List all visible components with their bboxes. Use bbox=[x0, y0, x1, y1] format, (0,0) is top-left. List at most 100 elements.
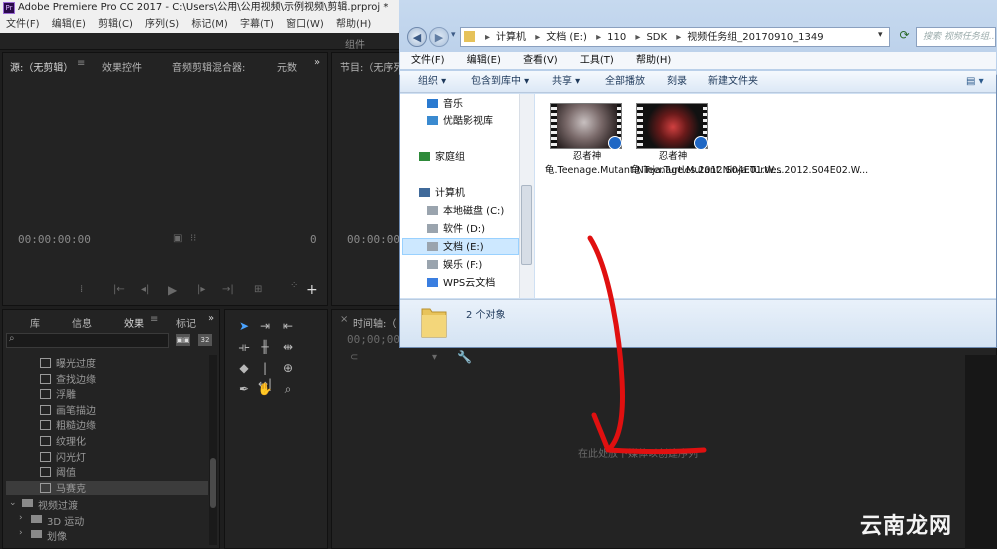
menu-clip[interactable]: 剪辑(C) bbox=[98, 19, 133, 30]
effects-search-input[interactable] bbox=[6, 333, 169, 348]
breadcrumb-drive-e[interactable]: 文档 (E:) bbox=[546, 32, 587, 43]
address-bar[interactable]: ▸ 计算机 ▸ 文档 (E:) ▸ 110 ▸ SDK ▸ 视频任务组_20170910_… bbox=[460, 27, 890, 47]
nav-item[interactable]: 计算机 bbox=[419, 186, 465, 202]
menu-sequence[interactable]: 序列(S) bbox=[145, 19, 179, 30]
effect-item[interactable]: 画笔描边 bbox=[40, 404, 96, 419]
burn-button[interactable]: 刻录 bbox=[667, 71, 687, 93]
tab-metadata[interactable]: 元数 bbox=[277, 59, 297, 74]
insert-icon[interactable]: ⊞ bbox=[254, 284, 262, 295]
tab-markers[interactable]: 标记 bbox=[176, 315, 196, 330]
marker-icon[interactable]: ▾ bbox=[432, 352, 437, 363]
folder-3d-motion[interactable]: 3D 运动 bbox=[47, 513, 84, 528]
breadcrumb-110[interactable]: 110 bbox=[607, 32, 626, 43]
track-select-backward-icon[interactable]: ⇤ bbox=[280, 318, 296, 334]
pen-tool-icon[interactable]: ✒ bbox=[236, 381, 252, 397]
rate-stretch-tool-icon[interactable]: ⇹ bbox=[280, 339, 296, 355]
effects-menu-icon[interactable]: ≡ bbox=[150, 314, 158, 325]
nav-item[interactable]: 文档 (E:) bbox=[427, 240, 484, 256]
effect-item[interactable]: 曝光过度 bbox=[40, 357, 96, 372]
close-icon[interactable]: × bbox=[340, 314, 348, 325]
step-back-icon[interactable]: ◂| bbox=[141, 284, 149, 295]
folder-video-transitions[interactable]: 视频过渡 bbox=[38, 497, 78, 512]
folder-collapse-icon[interactable]: › bbox=[19, 513, 23, 523]
nav-item[interactable]: 娱乐 (F:) bbox=[427, 258, 482, 274]
mark-in-icon[interactable]: ⁞ bbox=[80, 284, 83, 295]
effect-item[interactable]: 马赛克 bbox=[40, 482, 86, 497]
folder-iris[interactable]: 划像 bbox=[47, 528, 67, 543]
menu-view[interactable]: 查看(V) bbox=[523, 55, 558, 66]
panel-overflow-icon[interactable]: » bbox=[314, 57, 320, 68]
hand-tool-icon[interactable]: ✋ bbox=[257, 381, 273, 397]
menu-window[interactable]: 窗口(W) bbox=[286, 19, 324, 30]
include-in-library-button[interactable]: 包含到库中 ▾ bbox=[471, 71, 529, 93]
effects-overflow-icon[interactable]: » bbox=[208, 313, 214, 324]
back-button-icon[interactable]: ◀ bbox=[407, 27, 427, 47]
tab-audio-mixer[interactable]: 音频剪辑混合器: bbox=[172, 59, 245, 74]
tab-libraries[interactable]: 库 bbox=[30, 315, 40, 330]
tab-source[interactable]: 源:（无剪辑） bbox=[10, 59, 73, 74]
nav-item[interactable]: 音乐 bbox=[427, 97, 463, 113]
nav-item[interactable]: 家庭组 bbox=[419, 150, 465, 166]
menu-tools[interactable]: 工具(T) bbox=[580, 55, 614, 66]
nav-item[interactable]: 优酷影视库 bbox=[427, 114, 493, 130]
refresh-icon[interactable]: ⟳ bbox=[896, 28, 913, 46]
organize-button[interactable]: 组织 ▾ bbox=[418, 71, 446, 93]
panel-menu-icon[interactable]: ≡ bbox=[77, 58, 85, 69]
ripple-edit-tool-icon[interactable]: ⟛ bbox=[236, 339, 252, 355]
play-all-button[interactable]: 全部播放 bbox=[605, 71, 645, 93]
settings-icon[interactable]: ⁘ bbox=[290, 280, 298, 291]
tab-program[interactable]: 节目:（无序列 bbox=[340, 59, 403, 74]
recent-pages-icon[interactable]: ▾ bbox=[451, 30, 456, 40]
forward-button-icon[interactable]: ▶ bbox=[429, 27, 449, 47]
address-dropdown-icon[interactable]: ▾ bbox=[878, 30, 883, 40]
breadcrumb-current-folder[interactable]: 视频任务组_20170910_1349 bbox=[687, 32, 823, 43]
go-to-out-icon[interactable]: →| bbox=[222, 284, 234, 295]
drop-frame-icon[interactable]: ⁝⁝ bbox=[190, 233, 196, 244]
nav-item[interactable]: 软件 (D:) bbox=[427, 222, 485, 238]
selection-tool-icon[interactable]: ➤ bbox=[236, 318, 252, 334]
workspace-tab-assembly[interactable]: 组件 bbox=[345, 36, 365, 51]
nav-item[interactable]: 本地磁盘 (C:) bbox=[427, 204, 504, 220]
snap-icon[interactable]: ⊂ bbox=[350, 352, 358, 363]
menu-edit[interactable]: 编辑(E) bbox=[467, 55, 501, 66]
breadcrumb-sdk[interactable]: SDK bbox=[646, 32, 667, 43]
new-folder-button[interactable]: 新建文件夹 bbox=[708, 71, 758, 93]
tab-info[interactable]: 信息 bbox=[72, 315, 92, 330]
menu-file[interactable]: 文件(F) bbox=[411, 55, 445, 66]
zoom-tool-icon[interactable]: ⌕ bbox=[280, 381, 296, 397]
program-timecode[interactable]: 00:00:00 bbox=[347, 233, 400, 246]
file-name-1[interactable]: 忍者神龟.Teenage.Mutant.Ninja.Turtles.2012.S… bbox=[545, 150, 782, 178]
tab-timeline[interactable]: 时间轴:（ bbox=[353, 315, 396, 330]
nav-item[interactable]: WPS云文档 bbox=[427, 276, 495, 292]
view-options-icon[interactable]: ▤ ▾ bbox=[966, 71, 984, 93]
timeline-timecode[interactable]: 00;00;00 bbox=[347, 333, 400, 346]
source-timecode[interactable]: 00:00:00:00 bbox=[18, 233, 91, 246]
add-button-icon[interactable]: + bbox=[306, 282, 318, 298]
menu-file[interactable]: 文件(F) bbox=[6, 19, 40, 30]
effect-item[interactable]: 粗糙边缘 bbox=[40, 419, 96, 434]
safe-margins-icon[interactable]: ▣ bbox=[173, 233, 182, 244]
slip-tool-icon[interactable]: |↔| bbox=[257, 360, 273, 391]
menu-edit[interactable]: 编辑(E) bbox=[52, 19, 86, 30]
nav-scroll-thumb[interactable] bbox=[521, 185, 532, 265]
go-to-in-icon[interactable]: |← bbox=[113, 284, 125, 295]
tab-effects[interactable]: 效果 bbox=[124, 315, 144, 330]
effect-item[interactable]: 纹理化 bbox=[40, 435, 86, 450]
menu-marker[interactable]: 标记(M) bbox=[191, 19, 227, 30]
effect-item[interactable]: 查找边缘 bbox=[40, 373, 96, 388]
step-forward-icon[interactable]: |▸ bbox=[197, 284, 205, 295]
effect-item[interactable]: 浮雕 bbox=[40, 388, 76, 403]
menu-title[interactable]: 字幕(T) bbox=[240, 19, 274, 30]
effect-item[interactable]: 阈值 bbox=[40, 466, 76, 481]
search-input[interactable]: 搜索 视频任务组... bbox=[916, 27, 996, 47]
share-button[interactable]: 共享 ▾ bbox=[552, 71, 580, 93]
folder-expand-icon[interactable]: ⌄ bbox=[9, 498, 17, 508]
folder-collapse-icon[interactable]: › bbox=[19, 528, 23, 538]
effects-scroll-thumb[interactable] bbox=[210, 458, 216, 508]
breadcrumb-computer[interactable]: 计算机 bbox=[496, 32, 526, 43]
accelerated-effects-icon[interactable]: ▣▣ bbox=[176, 334, 190, 346]
razor-tool-icon[interactable]: ◆ bbox=[236, 360, 252, 376]
tab-effect-controls[interactable]: 效果控件 bbox=[102, 59, 142, 74]
rolling-edit-tool-icon[interactable]: ╫ bbox=[257, 339, 273, 355]
track-select-tool-icon[interactable]: ⇥ bbox=[257, 318, 273, 334]
